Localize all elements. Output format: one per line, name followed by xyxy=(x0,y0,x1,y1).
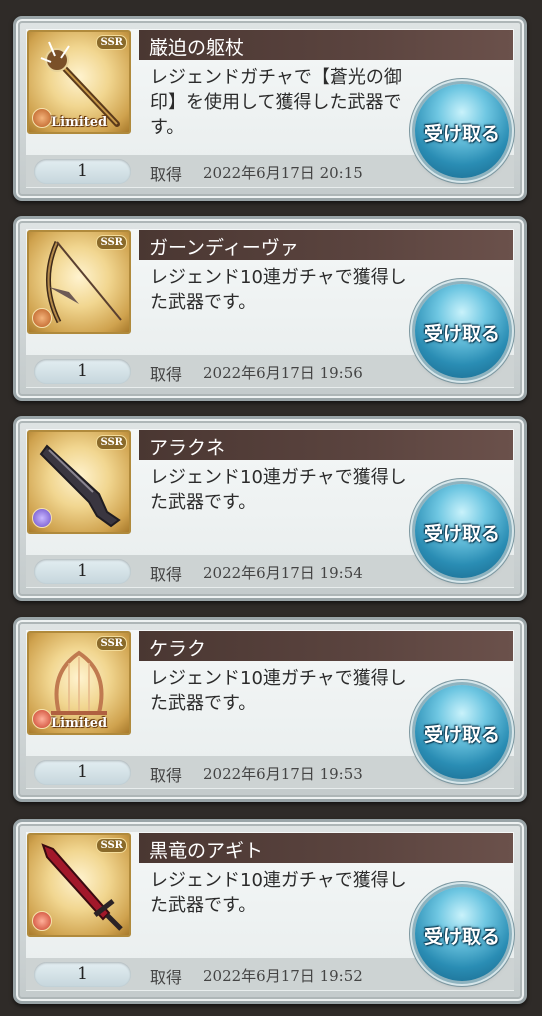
list-item-body: SSR Limited 巌迫の躯杖 レジェンドガチャで【蒼光の御印】を使用して獲… xyxy=(26,29,514,188)
quantity-badge: 1 xyxy=(34,359,131,384)
item-description: レジェンド10連ガチャで獲得した武器です。 xyxy=(150,267,407,313)
item-description: レジェンド10連ガチャで獲得した武器です。 xyxy=(150,870,407,916)
item-list: SSR Limited 巌迫の躯杖 レジェンドガチャで【蒼光の御印】を使用して獲… xyxy=(0,0,542,1016)
acquired-label: 取得 xyxy=(150,165,183,184)
receive-button[interactable]: 受け取る xyxy=(415,685,509,779)
rarity-badge: SSR xyxy=(96,35,127,50)
item-title-bar: ケラク xyxy=(139,631,513,661)
acquired-date: 2022年6月17日 19:56 xyxy=(203,364,363,382)
receive-button[interactable]: 受け取る xyxy=(415,484,509,578)
item-name: 巌迫の躯杖 xyxy=(149,37,245,59)
acquired-date: 2022年6月17日 19:52 xyxy=(203,967,363,985)
weapon-thumbnail[interactable]: SSR xyxy=(27,230,131,334)
acquired-label: 取得 xyxy=(150,365,183,384)
item-name: 黒竜のアギト xyxy=(149,840,264,862)
acquired-date: 2022年6月17日 19:54 xyxy=(203,564,363,582)
item-description: レジェンド10連ガチャで獲得した武器です。 xyxy=(150,467,407,513)
quantity-badge: 1 xyxy=(34,559,131,584)
list-item-body: SSR Limited ケラク レジェンド10連ガチャで獲得した武器です。 1 … xyxy=(26,630,514,789)
acquired-date: 2022年6月17日 20:15 xyxy=(203,164,363,182)
list-item-body: SSR アラクネ レジェンド10連ガチャで獲得した武器です。 1 取得 2022… xyxy=(26,429,514,588)
item-description: レジェンドガチャで【蒼光の御印】を使用して獲得した武器です。 xyxy=(150,67,402,138)
receive-button-label: 受け取る xyxy=(423,323,500,345)
receive-button[interactable]: 受け取る xyxy=(415,887,509,981)
acquired-date: 2022年6月17日 19:53 xyxy=(203,765,363,783)
list-item: SSR ガーンディーヴァ レジェンド10連ガチャで獲得した武器です。 1 取得 … xyxy=(13,216,527,401)
list-item-body: SSR ガーンディーヴァ レジェンド10連ガチャで獲得した武器です。 1 取得 … xyxy=(26,229,514,388)
item-name: アラクネ xyxy=(149,437,226,459)
receive-button-label: 受け取る xyxy=(423,724,500,746)
receive-button-label: 受け取る xyxy=(423,123,500,145)
weapon-thumbnail[interactable]: SSR xyxy=(27,430,131,534)
receive-button-label: 受け取る xyxy=(423,926,500,948)
element-icon xyxy=(32,308,52,328)
list-item-body: SSR 黒竜のアギト レジェンド10連ガチャで獲得した武器です。 1 取得 20… xyxy=(26,832,514,991)
list-item: SSR Limited ケラク レジェンド10連ガチャで獲得した武器です。 1 … xyxy=(13,617,527,802)
item-title-bar: ガーンディーヴァ xyxy=(139,230,513,260)
element-icon xyxy=(32,108,52,128)
rarity-badge: SSR xyxy=(96,838,127,853)
item-title-bar: 黒竜のアギト xyxy=(139,833,513,863)
list-item: SSR Limited 巌迫の躯杖 レジェンドガチャで【蒼光の御印】を使用して獲… xyxy=(13,16,527,201)
item-title-bar: アラクネ xyxy=(139,430,513,460)
element-icon xyxy=(32,709,52,729)
list-item: SSR アラクネ レジェンド10連ガチャで獲得した武器です。 1 取得 2022… xyxy=(13,416,527,601)
list-item: SSR 黒竜のアギト レジェンド10連ガチャで獲得した武器です。 1 取得 20… xyxy=(13,819,527,1004)
limited-badge: Limited xyxy=(51,716,108,731)
rarity-badge: SSR xyxy=(96,636,127,651)
receive-button[interactable]: 受け取る xyxy=(415,84,509,178)
quantity-badge: 1 xyxy=(34,760,131,785)
item-title-bar: 巌迫の躯杖 xyxy=(139,30,513,60)
weapon-thumbnail[interactable]: SSR xyxy=(27,833,131,937)
acquired-label: 取得 xyxy=(150,968,183,987)
element-icon xyxy=(32,911,52,931)
weapon-thumbnail[interactable]: SSR Limited xyxy=(27,631,131,735)
item-name: ガーンディーヴァ xyxy=(149,237,299,259)
acquired-label: 取得 xyxy=(150,565,183,584)
acquired-label: 取得 xyxy=(150,766,183,785)
rarity-badge: SSR xyxy=(96,435,127,450)
element-icon xyxy=(32,508,52,528)
item-description: レジェンド10連ガチャで獲得した武器です。 xyxy=(150,668,407,714)
quantity-badge: 1 xyxy=(34,159,131,184)
item-name: ケラク xyxy=(149,638,207,660)
limited-badge: Limited xyxy=(51,115,108,130)
weapon-thumbnail[interactable]: SSR Limited xyxy=(27,30,131,134)
receive-button-label: 受け取る xyxy=(423,523,500,545)
quantity-badge: 1 xyxy=(34,962,131,987)
rarity-badge: SSR xyxy=(96,235,127,250)
receive-button[interactable]: 受け取る xyxy=(415,284,509,378)
